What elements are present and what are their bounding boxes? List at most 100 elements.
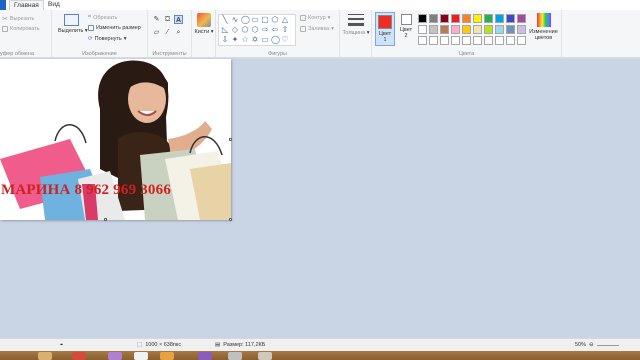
image-canvas[interactable]: МАРИНА 8 962 969 3066: [0, 59, 231, 220]
palette-swatch[interactable]: [462, 14, 471, 23]
file-menu-button[interactable]: [0, 0, 6, 10]
palette-swatch[interactable]: [484, 36, 493, 45]
zoom-level: 50%: [575, 342, 587, 348]
tab-view[interactable]: Вид: [44, 0, 64, 10]
rotate-button[interactable]: ⟳ Повернуть ▾: [88, 36, 127, 42]
taskbar-app-icon[interactable]: [198, 352, 212, 360]
right-triangle-shape-icon[interactable]: ◺: [221, 26, 229, 34]
resize-button[interactable]: Изменить размер: [88, 25, 141, 31]
zoom-controls: 50% ⊖: [575, 342, 619, 348]
magnifier-icon[interactable]: ⌕: [174, 28, 183, 37]
star-6-shape-icon[interactable]: ✡: [251, 36, 259, 44]
arrow-up-shape-icon[interactable]: ⇧: [281, 26, 289, 34]
zoom-out-icon[interactable]: ⊖: [589, 342, 594, 348]
palette-swatch[interactable]: [462, 25, 471, 34]
palette-swatch[interactable]: [517, 14, 526, 23]
pencil-icon[interactable]: ✎: [152, 15, 161, 24]
color2-button[interactable]: Цвет 2: [397, 14, 415, 39]
color-palette-icon: [536, 13, 551, 27]
select-button[interactable]: Выделить ▾: [58, 14, 88, 34]
size-button[interactable]: Толщина ▾: [342, 14, 370, 36]
palette-swatch[interactable]: [495, 14, 504, 23]
palette-swatch[interactable]: [451, 36, 460, 45]
palette-swatch[interactable]: [517, 25, 526, 34]
resize-handle-right[interactable]: [229, 138, 232, 141]
palette-swatch[interactable]: [418, 14, 427, 23]
hexagon-shape-icon[interactable]: ⬡: [251, 26, 259, 34]
taskbar-app-icon[interactable]: [108, 352, 122, 360]
pentagon-shape-icon[interactable]: ⬠: [241, 26, 249, 34]
zoom-slider[interactable]: [596, 344, 619, 346]
taskbar-app-icon[interactable]: [258, 352, 272, 360]
palette-swatch[interactable]: [440, 36, 449, 45]
size-label: Толщина: [342, 30, 366, 36]
palette-swatch[interactable]: [484, 14, 493, 23]
resize-handle-corner[interactable]: [229, 218, 232, 221]
palette-swatch[interactable]: [495, 25, 504, 34]
palette-swatch[interactable]: [440, 25, 449, 34]
outline-button[interactable]: Контур ▾: [300, 15, 330, 21]
palette-swatch[interactable]: [451, 25, 460, 34]
arrow-down-shape-icon[interactable]: ⇩: [221, 36, 229, 44]
palette-swatch[interactable]: [495, 36, 504, 45]
taskbar-app-icon[interactable]: [72, 352, 86, 360]
palette-swatch[interactable]: [484, 25, 493, 34]
taskbar-app-icon[interactable]: [38, 352, 52, 360]
color1-button[interactable]: Цвет 1: [375, 12, 395, 46]
arrow-left-shape-icon[interactable]: ⇦: [271, 26, 279, 34]
palette-swatch[interactable]: [418, 25, 427, 34]
file-size: ▤ Размер: 117,2КБ: [215, 342, 265, 348]
palette-swatch[interactable]: [506, 25, 515, 34]
oval-shape-icon[interactable]: ◯: [241, 16, 250, 24]
text-icon[interactable]: A: [174, 15, 183, 24]
tab-home[interactable]: Главная: [9, 0, 44, 10]
palette-swatch[interactable]: [473, 36, 482, 45]
color-picker-icon[interactable]: ⁄: [163, 28, 172, 37]
callout-oval-shape-icon[interactable]: ◯: [271, 36, 280, 44]
curve-shape-icon[interactable]: ∿: [231, 16, 239, 24]
rounded-rectangle-shape-icon[interactable]: ▢: [261, 16, 269, 24]
tools-group: ✎ ⛋ A ▱ ⁄ ⌕ Инструменты: [148, 10, 192, 58]
select-label: Выделить: [58, 28, 84, 34]
fill-button[interactable]: Заливка ▾: [300, 26, 334, 32]
clipboard-group: ✂ Вырезать Копировать уфер обмена: [0, 10, 52, 58]
copy-button[interactable]: Копировать: [2, 26, 40, 32]
heart-shape-icon[interactable]: ♡: [281, 36, 289, 44]
taskbar-app-icon[interactable]: [228, 352, 242, 360]
brushes-button[interactable]: Кисти ▾: [193, 13, 215, 35]
palette-swatch[interactable]: [429, 25, 438, 34]
canvas-workarea[interactable]: МАРИНА 8 962 969 3066: [0, 59, 640, 338]
palette-swatch[interactable]: [440, 14, 449, 23]
line-shape-icon[interactable]: ╲: [221, 16, 229, 24]
edit-colors-button[interactable]: Изменение цветов: [527, 13, 560, 41]
diamond-shape-icon[interactable]: ◇: [231, 26, 239, 34]
palette-swatch[interactable]: [517, 36, 526, 45]
arrow-right-shape-icon[interactable]: ⇨: [261, 26, 269, 34]
palette-swatch[interactable]: [462, 36, 471, 45]
triangle-shape-icon[interactable]: △: [281, 16, 289, 24]
fill-icon[interactable]: ⛋: [163, 15, 172, 24]
crop-icon: ⌗: [88, 14, 92, 20]
palette-swatch[interactable]: [429, 14, 438, 23]
palette-swatch[interactable]: [451, 14, 460, 23]
palette-swatch[interactable]: [418, 36, 427, 45]
palette-swatch[interactable]: [506, 14, 515, 23]
polygon-shape-icon[interactable]: ⬠: [271, 16, 279, 24]
cut-button[interactable]: ✂ Вырезать: [2, 15, 34, 23]
eraser-icon[interactable]: ▱: [152, 28, 161, 37]
star-4-shape-icon[interactable]: ✦: [231, 36, 239, 44]
star-5-shape-icon[interactable]: ☆: [241, 36, 249, 44]
crop-button[interactable]: ⌗ Обрезать: [88, 14, 117, 21]
callout-rect-shape-icon[interactable]: ▭: [261, 36, 269, 44]
resize-handle-bottom[interactable]: [104, 218, 107, 221]
palette-swatch[interactable]: [473, 14, 482, 23]
resize-label: Изменить размер: [96, 25, 141, 31]
crop-label: Обрезать: [93, 14, 118, 21]
taskbar-app-icon[interactable]: [160, 352, 174, 360]
palette-swatch[interactable]: [473, 25, 482, 34]
cursor-icon: ⌖: [60, 342, 64, 348]
palette-swatch[interactable]: [429, 36, 438, 45]
taskbar-app-icon[interactable]: [134, 352, 148, 360]
rectangle-shape-icon[interactable]: ▭: [251, 16, 259, 24]
palette-swatch[interactable]: [506, 36, 515, 45]
